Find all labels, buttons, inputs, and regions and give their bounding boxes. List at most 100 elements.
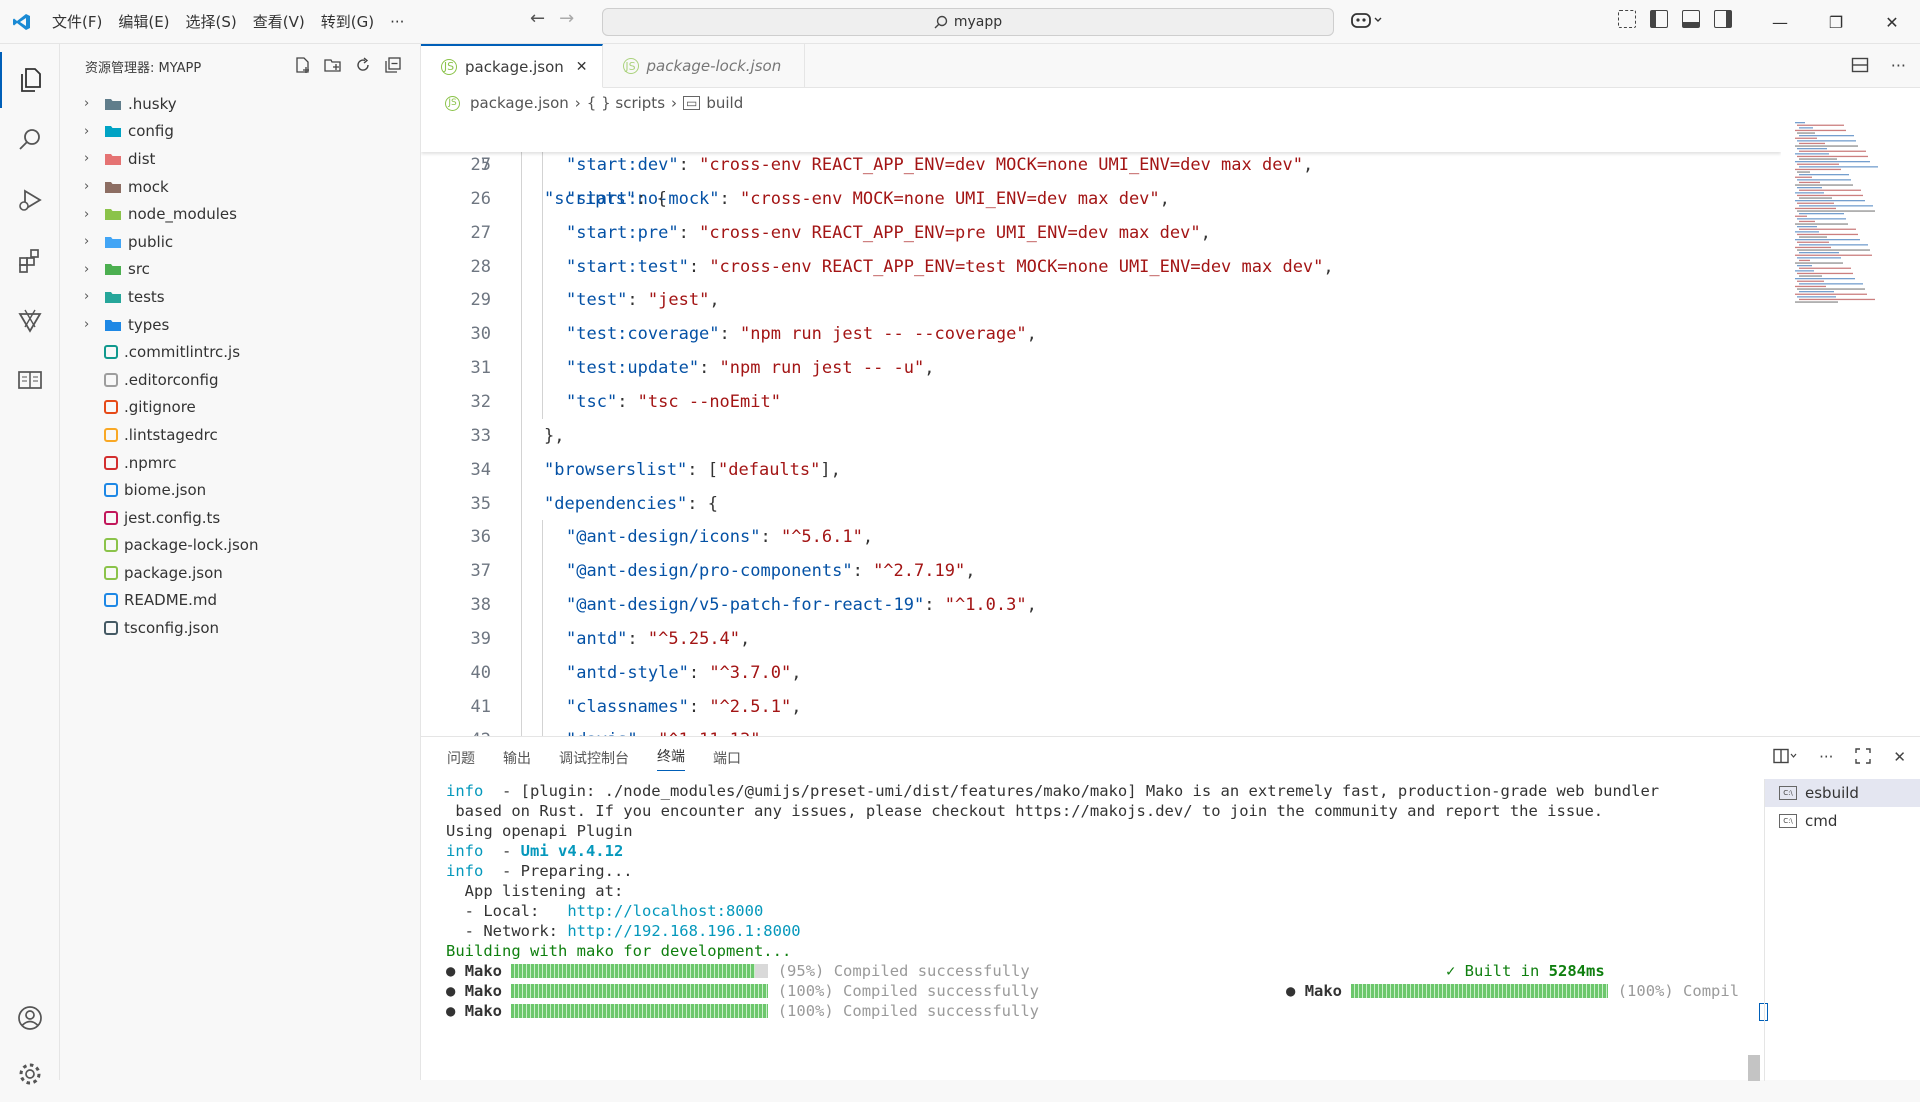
tree-file[interactable]: .lintstagedrc	[60, 421, 420, 449]
tree-folder[interactable]: › config	[60, 118, 420, 146]
minimap-line	[1799, 181, 1820, 184]
menu-file[interactable]: 文件(F)	[44, 7, 110, 37]
collapse-all-icon[interactable]	[384, 56, 402, 74]
menu-edit[interactable]: 编辑(E)	[110, 7, 177, 37]
refresh-icon[interactable]	[354, 56, 372, 74]
panel-more-icon[interactable]: ···	[1819, 748, 1833, 768]
back-arrow-icon[interactable]: ←	[530, 8, 545, 29]
menu-go[interactable]: 转到(G)	[313, 7, 382, 37]
menu-view[interactable]: 查看(V)	[245, 7, 313, 37]
settings-gear-icon[interactable]	[0, 1046, 60, 1102]
toggle-panel-icon[interactable]	[1682, 10, 1700, 28]
split-editor-icon[interactable]	[1851, 56, 1869, 78]
breadcrumb-build[interactable]: build	[706, 94, 743, 112]
minimap-line	[1797, 249, 1870, 251]
tree-folder[interactable]: › .husky	[60, 90, 420, 118]
sticky-scroll-line[interactable]: 7 "scripts": {	[421, 118, 1781, 209]
book-icon[interactable]	[0, 352, 60, 408]
json-end: ,	[1200, 222, 1211, 243]
git-graph-icon[interactable]	[0, 292, 60, 348]
term-line: based on Rust. If you encounter any issu…	[446, 802, 1604, 820]
terminal-item-esbuild[interactable]: C:\ esbuild	[1765, 779, 1920, 807]
command-center-search[interactable]: myapp	[602, 8, 1334, 36]
minimap-line	[1795, 278, 1855, 280]
accounts-icon[interactable]	[0, 990, 60, 1046]
network-url-link[interactable]: http://192.168.196.1:8000	[567, 922, 800, 940]
tree-folder[interactable]: › types	[60, 311, 420, 339]
tree-folder[interactable]: › dist	[60, 145, 420, 173]
new-folder-icon[interactable]	[324, 56, 342, 74]
copilot-icon[interactable]	[1350, 10, 1384, 34]
minimap-line	[1799, 213, 1844, 215]
minimap-line	[1795, 262, 1843, 264]
tree-file[interactable]: .npmrc	[60, 449, 420, 477]
tree-file[interactable]: biome.json	[60, 476, 420, 504]
tab-package-json[interactable]: JS package.json ✕	[421, 44, 603, 88]
minimap-line	[1797, 233, 1858, 236]
tab-problems[interactable]: 问题	[447, 748, 475, 768]
activity-bar	[0, 44, 60, 1085]
tree-label: .gitignore	[124, 398, 196, 417]
local-url-link[interactable]: http://localhost:8000	[567, 902, 763, 920]
forward-arrow-icon[interactable]: →	[559, 8, 574, 29]
folder-icon	[105, 181, 121, 193]
tree-folder[interactable]: › public	[60, 228, 420, 256]
new-file-icon[interactable]	[294, 56, 312, 74]
term-line: Building with mako for development...	[446, 942, 792, 960]
tree-file[interactable]: package-lock.json	[60, 532, 420, 560]
minimap-line	[1795, 231, 1819, 233]
tree-file[interactable]: README.md	[60, 587, 420, 615]
tab-output[interactable]: 输出	[503, 748, 531, 768]
tree-file[interactable]: .gitignore	[60, 394, 420, 422]
customize-layout-icon[interactable]	[1618, 10, 1636, 28]
tab-debug-console[interactable]: 调试控制台	[559, 748, 629, 768]
restore-icon[interactable]: ❐	[1808, 0, 1864, 44]
tree-label: .husky	[128, 94, 177, 113]
tree-folder[interactable]: › src	[60, 256, 420, 284]
minimap[interactable]	[1791, 118, 1901, 318]
tab-ports[interactable]: 端口	[713, 748, 741, 768]
tree-folder[interactable]: › tests	[60, 283, 420, 311]
line-number: 42	[421, 723, 491, 736]
terminal-item-cmd[interactable]: C:\ cmd	[1765, 807, 1920, 835]
toggle-secondary-sidebar-icon[interactable]	[1714, 10, 1732, 28]
chevron-right-icon: ›	[84, 234, 90, 250]
tree-folder[interactable]: › mock	[60, 173, 420, 201]
tree-folder[interactable]: › node_modules	[60, 200, 420, 228]
minimap-line	[1795, 122, 1805, 124]
more-actions-icon[interactable]: ···	[1891, 56, 1906, 78]
tree-label: .editorconfig	[124, 370, 219, 389]
search-view-icon[interactable]	[0, 112, 60, 168]
close-window-icon[interactable]: ✕	[1864, 0, 1920, 44]
run-debug-icon[interactable]	[0, 172, 60, 228]
menu-more[interactable]: ···	[382, 7, 412, 37]
toggle-primary-sidebar-icon[interactable]	[1650, 10, 1668, 28]
split-terminal-icon[interactable]	[1773, 748, 1797, 768]
tree-file[interactable]: package.json	[60, 559, 420, 587]
line-number: 38	[470, 595, 491, 616]
tab-package-lock-json[interactable]: JS package-lock.json	[603, 44, 805, 88]
terminal-output[interactable]: info - [plugin: ./node_modules/@umijs/pr…	[446, 781, 1772, 1081]
tree-file[interactable]: .editorconfig	[60, 366, 420, 394]
terminal-scrollbar[interactable]	[1748, 1055, 1760, 1081]
close-tab-icon[interactable]: ✕	[576, 59, 588, 75]
close-panel-icon[interactable]: ✕	[1893, 748, 1906, 768]
folder-icon	[105, 291, 121, 303]
folder-icon	[105, 153, 121, 165]
minimap-line	[1795, 285, 1826, 288]
maximize-panel-icon[interactable]	[1855, 748, 1872, 768]
tree-file[interactable]: .commitlintrc.js	[60, 338, 420, 366]
json-end: ,	[740, 628, 751, 649]
explorer-icon[interactable]	[0, 52, 60, 108]
menu-selection[interactable]: 选择(S)	[178, 7, 245, 37]
extensions-icon[interactable]	[0, 232, 60, 288]
tree-file[interactable]: tsconfig.json	[60, 614, 420, 642]
minimap-line	[1797, 257, 1841, 259]
minimize-icon[interactable]: —	[1752, 0, 1808, 44]
breadcrumb-scripts[interactable]: { } scripts	[587, 94, 665, 112]
tab-terminal[interactable]: 终端	[657, 746, 685, 771]
code-editor[interactable]: 7 "scripts": { 25 "start:dev": "cross-env…	[421, 118, 1781, 736]
json-end: },	[544, 425, 565, 446]
breadcrumb-file[interactable]: package.json	[470, 94, 569, 112]
tree-file[interactable]: jest.config.ts	[60, 504, 420, 532]
